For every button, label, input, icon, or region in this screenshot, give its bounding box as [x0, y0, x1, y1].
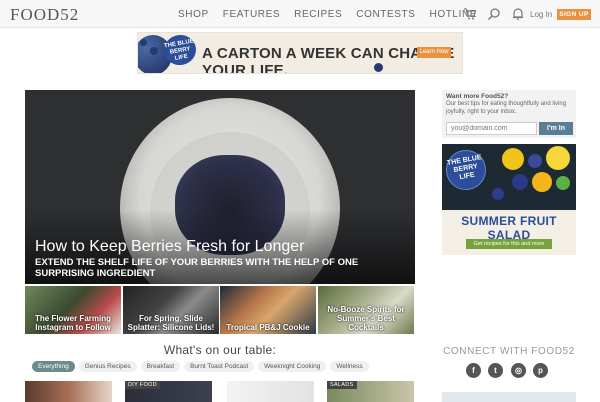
- blueberry-dot: [150, 47, 158, 55]
- thumbnail-story[interactable]: For Spring, Slide Splatter: Silicone Lid…: [123, 286, 219, 334]
- blue-berry-life-badge: THE BLUE BERRY LIFE: [442, 146, 490, 194]
- thumbnail-caption: For Spring, Slide Splatter: Silicone Lid…: [127, 314, 215, 332]
- nav-shop[interactable]: SHOP: [178, 9, 209, 20]
- cart-icon[interactable]: [463, 7, 477, 21]
- get-recipes-button[interactable]: Get recipes for this and more: [466, 239, 552, 249]
- newsletter-description: Our best tips for eating thoughtfully an…: [446, 101, 567, 115]
- thumbnail-story[interactable]: The Flower Farming Instagram to Follow: [25, 286, 121, 334]
- filter-chips: Everything Genius Recipes Breakfast Burn…: [32, 361, 369, 372]
- top-banner-ad[interactable]: THE BLUE BERRY LIFE A CARTON A WEEK CAN …: [137, 32, 463, 74]
- signup-button[interactable]: SIGN UP: [557, 9, 591, 20]
- fruit-image: [502, 148, 524, 170]
- facebook-icon[interactable]: f: [466, 363, 481, 378]
- filter-genius-recipes[interactable]: Genius Recipes: [78, 361, 137, 372]
- main-nav: SHOP FEATURES RECIPES CONTESTS HOTLINE: [178, 9, 477, 20]
- thumbnail-caption: The Flower Farming Instagram to Follow: [34, 314, 111, 332]
- side-bottom-ad[interactable]: [442, 392, 576, 402]
- food52-logo[interactable]: FOOD52: [10, 5, 79, 25]
- thumbnail-caption: No-Booze Spirits for Summer's Best Cockt…: [327, 305, 405, 332]
- search-icon[interactable]: [487, 7, 501, 21]
- table-section-title: What's on our table:: [163, 343, 277, 357]
- blueberry-dot: [140, 39, 147, 46]
- connect-title: CONNECT WITH FOOD52: [443, 346, 575, 357]
- filter-weeknight-cooking[interactable]: Weeknight Cooking: [258, 361, 327, 372]
- instagram-icon[interactable]: ◎: [511, 363, 526, 378]
- filter-breakfast[interactable]: Breakfast: [140, 361, 181, 372]
- side-ad-headline: SUMMER FRUIT SALAD: [461, 214, 557, 242]
- fruit-image: [512, 174, 528, 190]
- nav-features[interactable]: FEATURES: [223, 9, 280, 20]
- login-link[interactable]: Log In: [530, 10, 552, 19]
- story-card[interactable]: DIY FOOD: [125, 381, 212, 402]
- story-card[interactable]: [227, 381, 314, 402]
- bell-icon[interactable]: [511, 7, 525, 21]
- im-in-button[interactable]: I'm In: [539, 122, 573, 135]
- fruit-image: [546, 146, 570, 170]
- nav-recipes[interactable]: RECIPES: [294, 9, 342, 20]
- fruit-image: [528, 154, 542, 168]
- newsletter-heading: Want more Food52?: [446, 93, 509, 100]
- thumbnail-caption: Tropical PB&J Cookie: [226, 323, 310, 332]
- filter-burnt-toast-podcast[interactable]: Burnt Toast Podcast: [184, 361, 255, 372]
- card-category-tag: DIY FOOD: [125, 381, 160, 389]
- fruit-image: [556, 176, 570, 190]
- hero-feature[interactable]: How to Keep Berries Fresh for Longer EXT…: [25, 90, 415, 284]
- pinterest-icon[interactable]: p: [533, 363, 548, 378]
- filter-everything[interactable]: Everything: [32, 361, 75, 372]
- learn-how-button[interactable]: Learn How: [417, 47, 451, 58]
- fruit-image: [492, 188, 504, 200]
- email-field[interactable]: [446, 122, 537, 135]
- site-header: FOOD52 SHOP FEATURES RECIPES CONTESTS HO…: [0, 0, 600, 28]
- card-category-tag: SALADS: [327, 381, 357, 389]
- hero-title[interactable]: How to Keep Berries Fresh for Longer: [35, 238, 304, 256]
- blueberry-dot: [374, 63, 383, 72]
- twitter-icon[interactable]: t: [488, 363, 503, 378]
- thumbnail-story[interactable]: Tropical PB&J Cookie: [220, 286, 316, 334]
- newsletter-signup: Want more Food52? Our best tips for eati…: [442, 90, 576, 138]
- thumbnail-story[interactable]: No-Booze Spirits for Summer's Best Cockt…: [318, 286, 414, 334]
- story-card[interactable]: SALADS: [327, 381, 414, 402]
- side-banner-ad[interactable]: THE BLUE BERRY LIFE SUMMER FRUIT SALAD G…: [442, 144, 576, 255]
- filter-wellness[interactable]: Wellness: [330, 361, 369, 372]
- story-card[interactable]: [25, 381, 112, 402]
- fruit-image: [532, 172, 552, 192]
- hero-subtitle: EXTEND THE SHELF LIFE OF YOUR BERRIES WI…: [35, 257, 359, 279]
- nav-contests[interactable]: CONTESTS: [356, 9, 415, 20]
